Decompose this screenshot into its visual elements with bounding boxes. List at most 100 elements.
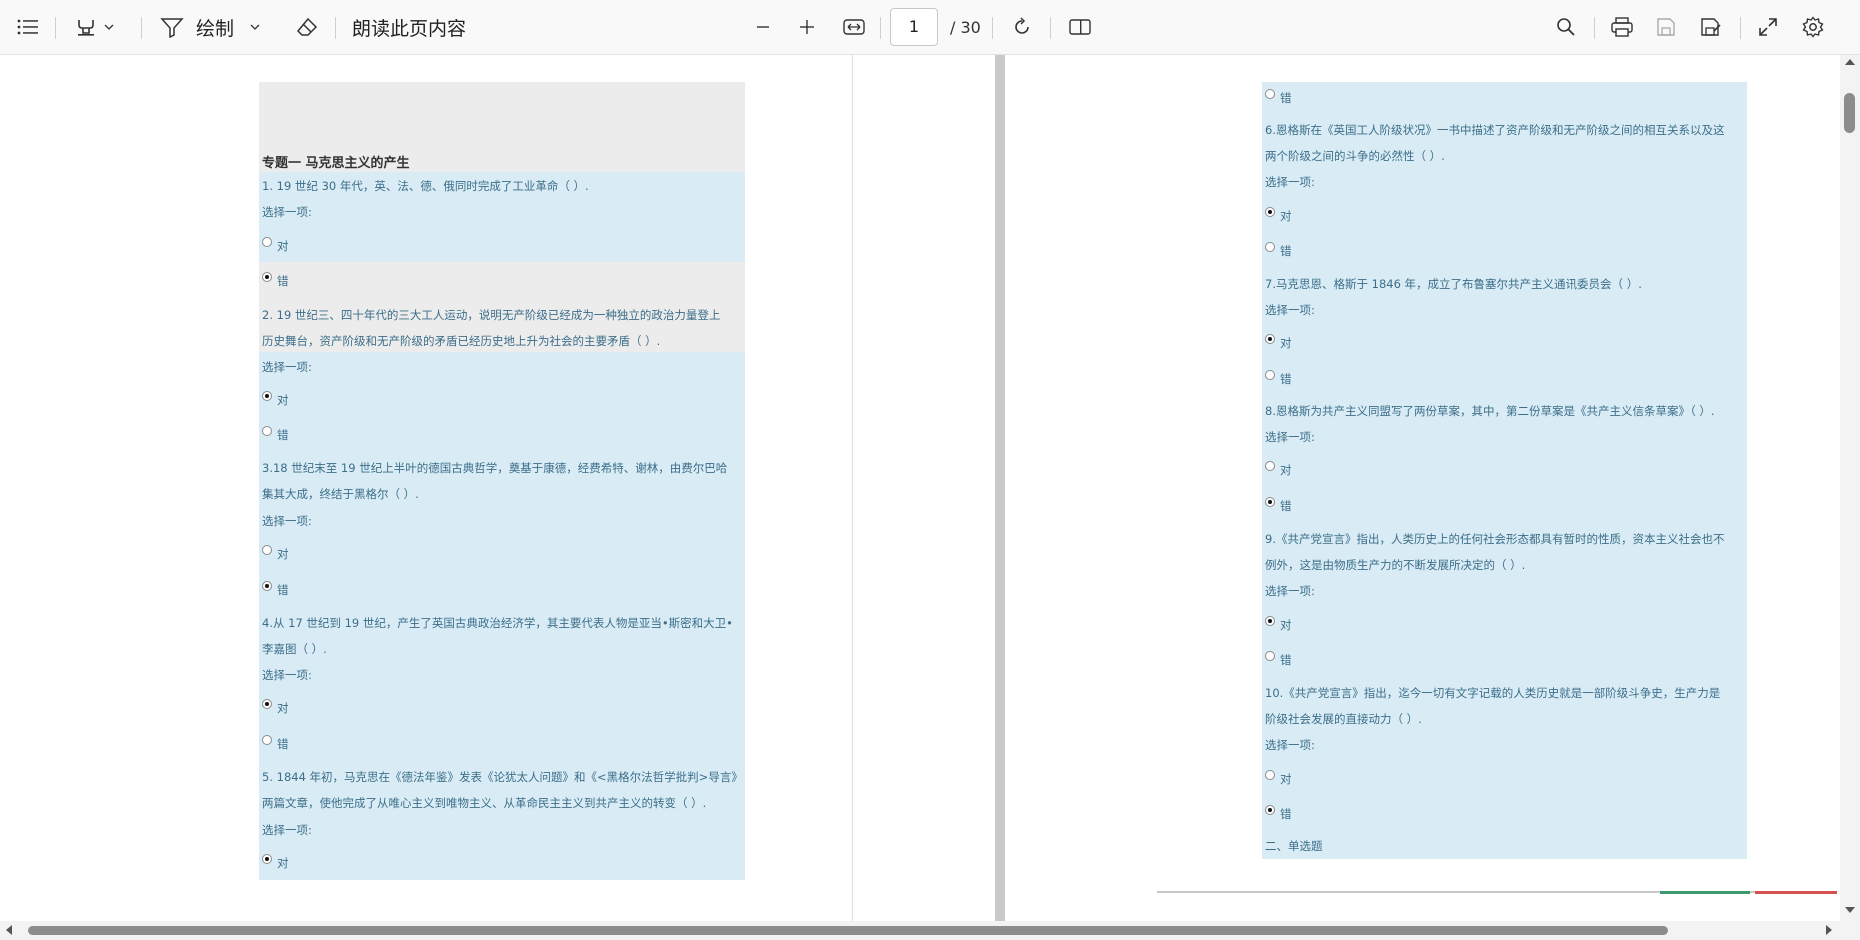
question-text: 10.《共产党宣言》指出，迄今一切有文字记载的人类历史就是一部阶级斗争史，生产力… — [1265, 686, 1721, 700]
question-text: 5. 1844 年初，马克思在《德法年鉴》发表《论犹太人问题》和《<黑格尔法哲学… — [262, 770, 743, 784]
radio-checked[interactable] — [1265, 207, 1275, 217]
contents-button[interactable] — [12, 9, 44, 45]
radio-checked[interactable] — [262, 699, 272, 709]
option-true[interactable]: 对 — [262, 699, 289, 716]
option-true[interactable]: 对 — [262, 854, 289, 871]
expand-icon — [1758, 17, 1778, 37]
page-number-input[interactable]: 1 — [890, 8, 938, 46]
scroll-up-arrow-icon[interactable] — [1845, 59, 1855, 65]
option-true[interactable]: 对 — [1265, 334, 1292, 351]
settings-button[interactable] — [1797, 9, 1829, 45]
zoom-in-button[interactable] — [792, 9, 822, 45]
separator — [141, 17, 142, 39]
radio-unchecked[interactable] — [1265, 242, 1275, 252]
radio-checked[interactable] — [1265, 334, 1275, 344]
radio-checked[interactable] — [1265, 616, 1275, 626]
vertical-scrollbar[interactable] — [1840, 55, 1860, 940]
separator — [992, 17, 993, 39]
question-text: 两个阶级之间的斗争的必然性（ ）. — [1265, 149, 1445, 163]
right-page-area: 错 6.恩格斯在《英国工人阶级状况》一书中描述了资产阶级和无产阶级之间的相互关系… — [1005, 55, 1840, 921]
option-true[interactable]: 对 — [1265, 770, 1292, 787]
option-true[interactable]: 对 — [1265, 616, 1292, 633]
highlight-button[interactable] — [68, 9, 122, 45]
radio-checked[interactable] — [262, 391, 272, 401]
draw-button[interactable]: 绘制 — [160, 9, 270, 45]
rotate-button[interactable] — [1006, 9, 1038, 45]
option-true[interactable]: 对 — [262, 391, 289, 408]
gear-icon — [1802, 16, 1824, 38]
search-button[interactable] — [1550, 9, 1582, 45]
radio-unchecked[interactable] — [1265, 770, 1275, 780]
option-false[interactable]: 错 — [262, 581, 289, 598]
radio-checked[interactable] — [1265, 497, 1275, 507]
option-true[interactable]: 对 — [262, 237, 289, 254]
scroll-left-arrow-icon[interactable] — [6, 925, 12, 935]
scroll-right-arrow-icon[interactable] — [1826, 925, 1832, 935]
radio-unchecked[interactable] — [1265, 461, 1275, 471]
option-true[interactable]: 对 — [1265, 461, 1292, 478]
choose-one-label: 选择一项: — [262, 205, 312, 219]
option-false[interactable]: 错 — [1265, 370, 1292, 387]
question-text: 3.18 世纪末至 19 世纪上半叶的德国古典哲学，奠基于康德，经费希特、谢林，… — [262, 461, 728, 475]
radio-unchecked[interactable] — [1265, 370, 1275, 380]
choose-one-label: 选择一项: — [1265, 430, 1315, 444]
radio-unchecked[interactable] — [1265, 89, 1275, 99]
chevron-down-icon — [250, 24, 260, 30]
erase-button[interactable] — [290, 9, 324, 45]
choose-one-label: 选择一项: — [262, 514, 312, 528]
separator — [335, 17, 336, 39]
zoom-out-button[interactable] — [748, 9, 778, 45]
choose-one-label: 选择一项: — [1265, 584, 1315, 598]
save-button[interactable] — [1650, 9, 1682, 45]
separator — [880, 17, 881, 39]
read-aloud-label: 朗读此页内容 — [352, 17, 467, 40]
separator — [1050, 17, 1051, 39]
option-false[interactable]: 错 — [1265, 497, 1292, 514]
print-button[interactable] — [1606, 9, 1638, 45]
option-false[interactable]: 错 — [262, 272, 289, 289]
list-icon — [17, 19, 39, 35]
page-left: 专题一 马克思主义的产生 1. 19 世纪 30 年代，英、法、德、俄同时完成了… — [259, 82, 745, 880]
option-false[interactable]: 错 — [1265, 651, 1292, 668]
document-viewer[interactable]: 专题一 马克思主义的产生 1. 19 世纪 30 年代，英、法、德、俄同时完成了… — [0, 55, 1860, 940]
radio-unchecked[interactable] — [262, 237, 272, 247]
horizontal-scroll-thumb[interactable] — [28, 926, 1668, 935]
minus-icon — [756, 20, 770, 34]
page-right: 错 6.恩格斯在《英国工人阶级状况》一书中描述了资产阶级和无产阶级之间的相互关系… — [1262, 82, 1747, 859]
read-aloud-button[interactable]: 朗读此页内容 — [352, 9, 472, 45]
option-false[interactable]: 错 — [262, 426, 289, 443]
save-icon — [1656, 17, 1676, 37]
option-false[interactable]: 错 — [1265, 242, 1292, 259]
question-text: 阶级社会发展的直接动力（ ）. — [1265, 712, 1422, 726]
option-false[interactable]: 错 — [1265, 89, 1292, 106]
choose-one-label: 选择一项: — [1265, 175, 1315, 189]
split-gutter[interactable] — [995, 55, 1005, 921]
page-total: / 30 — [950, 18, 981, 37]
eraser-icon — [296, 17, 318, 37]
option-true[interactable]: 对 — [262, 545, 289, 562]
radio-unchecked[interactable] — [262, 735, 272, 745]
option-false[interactable]: 错 — [1265, 805, 1292, 822]
page-view-button[interactable] — [1064, 9, 1096, 45]
choose-one-label: 选择一项: — [262, 360, 312, 374]
radio-unchecked[interactable] — [262, 426, 272, 436]
radio-unchecked[interactable] — [1265, 651, 1275, 661]
fit-width-button[interactable] — [838, 9, 870, 45]
separator — [1740, 17, 1741, 39]
scroll-down-arrow-icon[interactable] — [1845, 907, 1855, 913]
choose-one-label: 选择一项: — [1265, 303, 1315, 317]
save-as-button[interactable] — [1695, 9, 1727, 45]
vertical-scroll-thumb[interactable] — [1844, 93, 1855, 133]
fullscreen-button[interactable] — [1752, 9, 1784, 45]
radio-checked[interactable] — [262, 581, 272, 591]
plus-icon — [799, 19, 815, 35]
radio-checked[interactable] — [262, 854, 272, 864]
option-false[interactable]: 错 — [262, 735, 289, 752]
page-view-icon — [1069, 18, 1091, 36]
radio-unchecked[interactable] — [262, 545, 272, 555]
accent-line-green — [1660, 891, 1750, 894]
radio-checked[interactable] — [1265, 805, 1275, 815]
separator — [1594, 17, 1595, 39]
option-true[interactable]: 对 — [1265, 207, 1292, 224]
radio-checked[interactable] — [262, 272, 272, 282]
